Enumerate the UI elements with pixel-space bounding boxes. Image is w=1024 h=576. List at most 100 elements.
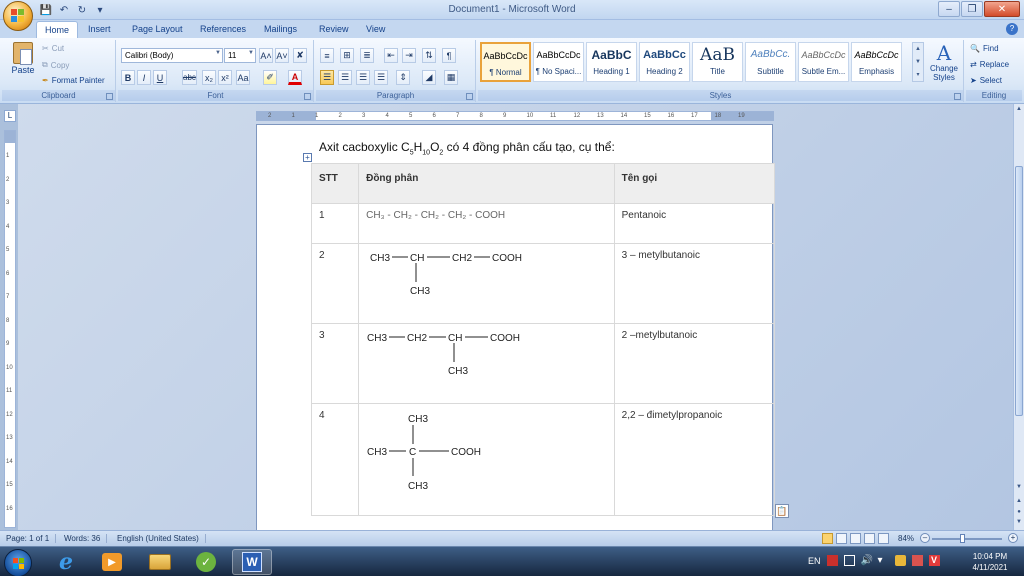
tab-page-layout[interactable]: Page Layout xyxy=(124,23,191,38)
superscript-button[interactable]: x² xyxy=(218,70,232,85)
zoom-level[interactable]: 84% xyxy=(898,534,914,543)
style-item[interactable]: AaBbCc. Subtitle xyxy=(745,42,796,82)
minimize-button[interactable]: – xyxy=(938,1,960,17)
sort-icon[interactable]: ⇅ xyxy=(422,48,436,63)
tab-insert[interactable]: Insert xyxy=(80,23,119,38)
tab-selector-icon[interactable]: L xyxy=(4,110,16,122)
internet-explorer-icon[interactable]: e xyxy=(46,549,86,575)
decrease-indent-icon[interactable]: ⇤ xyxy=(384,48,398,63)
align-center-icon[interactable]: ☰ xyxy=(338,70,352,85)
header-stt[interactable]: STT xyxy=(310,163,360,204)
row-name[interactable]: Pentanoic xyxy=(613,203,776,244)
app-check-icon[interactable]: ✓ xyxy=(186,549,226,575)
multilevel-list-icon[interactable]: ≣ xyxy=(360,48,374,63)
paragraph-launcher-icon[interactable] xyxy=(466,93,473,100)
shading-icon[interactable]: ◢ xyxy=(422,70,436,85)
word-count[interactable]: Words: 36 xyxy=(64,534,108,543)
zoom-slider-thumb[interactable] xyxy=(960,534,965,543)
word-taskbar-icon[interactable]: W xyxy=(232,549,272,575)
table-move-handle-icon[interactable]: + xyxy=(303,153,312,162)
print-layout-view-icon[interactable] xyxy=(822,533,833,544)
input-language[interactable]: EN xyxy=(808,556,821,566)
font-name-combo[interactable]: Calibri (Body) ▼ xyxy=(121,48,223,63)
close-button[interactable]: ✕ xyxy=(984,1,1020,17)
restore-button[interactable]: ❐ xyxy=(961,1,983,17)
vertical-ruler[interactable]: 1 2 3 4 5 6 7 8 9 10 11 12 13 14 15 16 xyxy=(4,130,16,528)
web-layout-icon[interactable] xyxy=(850,533,861,544)
tab-view[interactable]: View xyxy=(358,23,393,38)
style-item[interactable]: AaBbCcDc Emphasis xyxy=(851,42,902,82)
bold-button[interactable]: B xyxy=(121,70,135,85)
header-isomer[interactable]: Đồng phân xyxy=(358,163,615,204)
previous-page-icon[interactable]: ▲ xyxy=(1015,498,1023,507)
row-stt[interactable]: 1 xyxy=(310,203,360,244)
row-stt[interactable]: 4 xyxy=(310,403,360,516)
copy-button[interactable]: ⧉ Copy xyxy=(42,60,69,70)
format-painter-button[interactable]: ✒ Format Painter xyxy=(42,76,105,85)
clipboard-launcher-icon[interactable] xyxy=(106,93,113,100)
style-item[interactable]: AaBbCcDc ¶ Normal xyxy=(480,42,531,82)
styles-launcher-icon[interactable] xyxy=(954,93,961,100)
horizontal-ruler[interactable]: 2 1 1 2 3 4 5 6 7 8 9 10 11 12 13 14 15 16 17 18 19 xyxy=(256,111,774,121)
speaker-icon[interactable]: ▾ xyxy=(878,555,889,566)
cut-button[interactable]: ✂ Cut xyxy=(42,44,64,53)
paste-button[interactable]: Paste xyxy=(8,42,38,84)
network-icon[interactable] xyxy=(843,555,855,566)
bullets-icon[interactable]: ≡ xyxy=(320,48,334,63)
scroll-thumb[interactable] xyxy=(1015,166,1023,416)
more-icon[interactable]: ▾ xyxy=(913,69,923,82)
row-formula[interactable]: CH₃ - CH₂ - CH₂ - CH₂ - COOH xyxy=(358,203,615,244)
antivirus-icon[interactable] xyxy=(911,555,923,566)
style-item[interactable]: AaBbCc Heading 2 xyxy=(639,42,690,82)
change-styles-button[interactable]: A Change Styles xyxy=(928,42,960,82)
zoom-in-icon[interactable]: + xyxy=(1008,533,1018,543)
outline-view-icon[interactable] xyxy=(864,533,875,544)
align-left-icon[interactable]: ☰ xyxy=(320,70,334,85)
select-browse-object-icon[interactable]: ● xyxy=(1015,509,1023,518)
row-formula[interactable]: CH3 CH3 C COOH CH3 xyxy=(358,403,615,516)
office-button[interactable] xyxy=(3,1,33,31)
header-name[interactable]: Tên gọi xyxy=(613,163,776,204)
chevron-up-icon[interactable]: ▲ xyxy=(913,43,923,56)
help-icon[interactable]: ? xyxy=(1006,23,1018,35)
file-explorer-icon[interactable] xyxy=(140,549,180,575)
tab-home[interactable]: Home xyxy=(36,21,79,38)
zoom-slider[interactable] xyxy=(932,538,1002,540)
style-item[interactable]: AaB Title xyxy=(692,42,743,82)
style-item[interactable]: AaBbC Heading 1 xyxy=(586,42,637,82)
full-screen-reading-icon[interactable] xyxy=(836,533,847,544)
row-name[interactable]: 3 – metylbutanoic xyxy=(613,243,776,324)
borders-icon[interactable]: ▦ xyxy=(444,70,458,85)
numbering-icon[interactable]: ⊞ xyxy=(340,48,354,63)
tray-v-icon[interactable]: V xyxy=(928,555,940,566)
line-spacing-icon[interactable]: ⇕ xyxy=(396,70,410,85)
row-formula[interactable]: CH3 CH CH2 COOH CH3 xyxy=(358,243,615,324)
vertical-scrollbar[interactable]: ▲ ▼ ▲ ● ▼ xyxy=(1013,104,1024,530)
tab-review[interactable]: Review xyxy=(311,23,357,38)
increase-indent-icon[interactable]: ⇥ xyxy=(402,48,416,63)
draft-view-icon[interactable] xyxy=(878,533,889,544)
row-name[interactable]: 2,2 – đimetylpropanoic xyxy=(613,403,776,516)
align-right-icon[interactable]: ☰ xyxy=(356,70,370,85)
grow-font-button[interactable]: A˄ xyxy=(259,48,273,63)
find-button[interactable]: 🔍 Find xyxy=(970,44,999,53)
start-button[interactable] xyxy=(4,549,32,576)
row-formula[interactable]: CH3 CH2 CH COOH CH3 xyxy=(358,323,615,404)
paste-options-icon[interactable]: 📋 xyxy=(775,504,789,518)
volume-icon[interactable]: 🔊 xyxy=(861,555,873,566)
highlight-icon[interactable]: ✐ xyxy=(263,70,277,85)
clear-formatting-icon[interactable]: ✘ xyxy=(293,48,307,63)
replace-button[interactable]: ⇄ Replace xyxy=(970,60,1009,69)
style-item[interactable]: AaBbCcDc ¶ No Spaci... xyxy=(533,42,584,82)
clock[interactable]: 10:04 PM 4/11/2021 xyxy=(960,551,1020,573)
zoom-out-icon[interactable]: – xyxy=(920,533,930,543)
tab-references[interactable]: References xyxy=(192,23,254,38)
document-heading[interactable]: Axit cacboxylic C5H10O2 có 4 đồng phân c… xyxy=(319,140,615,156)
change-case-button[interactable]: Aa xyxy=(236,70,250,85)
page-count[interactable]: Page: 1 of 1 xyxy=(6,534,57,543)
next-page-icon[interactable]: ▼ xyxy=(1015,519,1023,528)
shield-icon[interactable] xyxy=(894,555,906,566)
chevron-down-icon[interactable]: ▼ xyxy=(913,56,923,69)
gallery-scroll[interactable]: ▲ ▼ ▾ xyxy=(912,42,924,82)
row-stt[interactable]: 3 xyxy=(310,323,360,404)
